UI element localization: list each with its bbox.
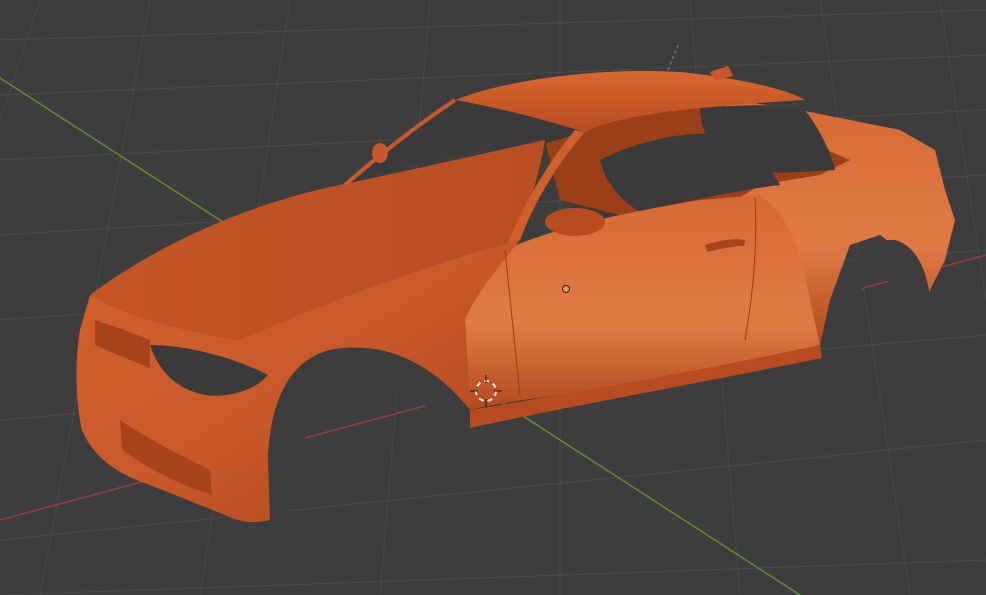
viewport-canvas[interactable] — [0, 0, 986, 595]
left-mirror — [372, 143, 388, 163]
car-body-mesh[interactable] — [76, 66, 955, 523]
object-origin-icon[interactable] — [562, 285, 570, 293]
side-mirror — [545, 208, 605, 236]
3d-viewport[interactable] — [0, 0, 986, 595]
